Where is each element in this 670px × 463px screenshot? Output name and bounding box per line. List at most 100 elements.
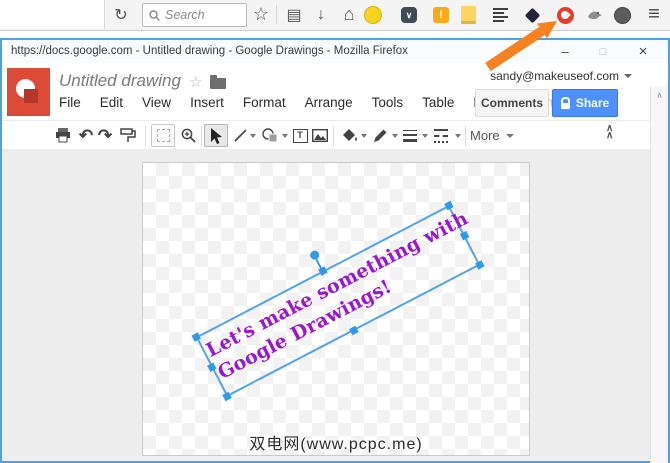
drawings-logo[interactable] <box>7 68 50 116</box>
toolbar-separator <box>465 126 466 146</box>
line-weight-dropdown[interactable] <box>422 134 428 138</box>
host-browser-toolbar: ↻ Search ☆ ▤ ↓ ⌂ ∨ ! <box>0 0 670 31</box>
line-tool-button[interactable] <box>228 124 252 147</box>
menu-insert[interactable]: Insert <box>190 95 224 110</box>
addon-hola-button[interactable] <box>555 6 575 24</box>
line-weight-icon <box>403 130 417 142</box>
selected-text-box[interactable]: Let's make something with Google Drawing… <box>195 205 480 397</box>
text-box-content: Let's make something with Google Drawing… <box>202 212 473 386</box>
toolbar-separator <box>145 126 146 146</box>
bookmark-star-button[interactable]: ☆ <box>248 0 274 29</box>
addon-inkscape-button[interactable] <box>522 6 542 24</box>
line-tool-dropdown[interactable] <box>250 134 256 138</box>
addon-notes-button[interactable] <box>458 6 478 24</box>
menu-tools[interactable]: Tools <box>372 95 404 110</box>
redo-button[interactable]: ↷ <box>93 124 117 147</box>
minimize-button[interactable]: – <box>550 40 580 63</box>
pencil-icon <box>373 128 388 143</box>
menu-edit[interactable]: Edit <box>100 95 123 110</box>
comments-button[interactable]: Comments <box>475 89 549 117</box>
maximize-button[interactable]: □ <box>588 40 618 63</box>
fill-color-button[interactable] <box>338 124 362 147</box>
rotation-handle[interactable] <box>308 249 320 261</box>
resize-handle[interactable] <box>349 326 358 335</box>
hola-flame-icon <box>557 7 574 24</box>
document-title[interactable]: Untitled drawing <box>59 71 181 91</box>
url-bar[interactable] <box>0 0 105 29</box>
line-dash-dropdown[interactable] <box>455 134 461 138</box>
addon-pocket-button[interactable]: ∨ <box>399 6 419 24</box>
search-input[interactable]: Search <box>142 3 247 27</box>
select-tool-button[interactable] <box>204 124 228 147</box>
account-email: sandy@makeuseof.com <box>490 69 619 83</box>
undo-icon: ↶ <box>79 127 93 144</box>
lightbulb-icon <box>364 6 382 24</box>
menu-arrange[interactable]: Arrange <box>305 95 353 110</box>
addon-bird-button[interactable] <box>585 6 605 24</box>
inkscape-icon <box>524 7 540 23</box>
print-button[interactable] <box>51 124 75 147</box>
paint-roller-icon <box>120 128 136 143</box>
scroll-up-icon[interactable]: ∧ <box>651 90 668 101</box>
addon-reader-button[interactable] <box>490 6 510 24</box>
resize-handle[interactable] <box>475 260 484 269</box>
addon-alert-button[interactable]: ! <box>431 6 451 24</box>
account-menu[interactable]: sandy@makeuseof.com <box>490 69 632 83</box>
shape-tool-button[interactable] <box>258 124 282 147</box>
addon-adblock-button[interactable] <box>612 6 632 24</box>
reload-button[interactable]: ↻ <box>106 0 136 29</box>
line-dash-button[interactable] <box>429 124 453 147</box>
menu-format[interactable]: Format <box>243 95 286 110</box>
reload-icon: ↻ <box>114 5 127 25</box>
logo-square <box>24 89 38 103</box>
fill-color-dropdown[interactable] <box>361 134 367 138</box>
text-box-icon: T <box>293 129 308 143</box>
select-arrow-icon <box>210 128 223 144</box>
zoom-button[interactable] <box>176 124 200 147</box>
star-document-icon[interactable]: ☆ <box>189 73 202 91</box>
home-button[interactable]: ⌂ <box>336 0 362 29</box>
alert-icon: ! <box>433 7 449 23</box>
zoom-in-icon <box>181 128 196 143</box>
resize-handle[interactable] <box>444 201 453 210</box>
home-icon: ⌂ <box>344 4 355 25</box>
firefox-window: https://docs.google.com - Untitled drawi… <box>0 38 670 463</box>
more-button[interactable]: More <box>470 124 514 147</box>
line-color-button[interactable] <box>368 124 392 147</box>
redo-icon: ↷ <box>98 127 112 144</box>
line-weight-button[interactable] <box>398 124 422 147</box>
insert-image-button[interactable] <box>308 124 332 147</box>
sticky-note-icon <box>461 6 476 24</box>
hamburger-menu-button[interactable]: ≡ <box>640 0 668 29</box>
text-line-2: Google Drawings! <box>214 234 474 385</box>
menu-file[interactable]: File <box>59 95 81 110</box>
share-label: Share <box>576 96 609 110</box>
move-to-folder-icon[interactable] <box>210 78 226 89</box>
screenshot-root: ↻ Search ☆ ▤ ↓ ⌂ ∨ ! <box>0 0 670 463</box>
drawing-toolbar: ↶ ↷ <box>2 120 668 151</box>
drawing-canvas[interactable]: Let's make something with Google Drawing… <box>142 162 530 456</box>
menu-table[interactable]: Table <box>422 95 454 110</box>
paint-format-button[interactable] <box>116 124 140 147</box>
chevron-down-icon <box>624 74 632 78</box>
close-button[interactable]: × <box>628 40 658 63</box>
resize-handle[interactable] <box>222 392 231 401</box>
share-button[interactable]: Share <box>552 89 618 117</box>
downloads-button[interactable]: ↓ <box>307 0 335 29</box>
page-scrollbar[interactable]: ∧ ∨ <box>650 86 668 463</box>
print-icon <box>55 128 71 143</box>
menu-view[interactable]: View <box>142 95 171 110</box>
toolbar-separator <box>201 126 202 146</box>
reader-list-icon <box>493 8 508 22</box>
collapse-toolbar-button[interactable]: ∧ ∧ <box>606 125 613 139</box>
addon-lightbulb-button[interactable] <box>363 6 383 24</box>
more-label: More <box>470 128 500 143</box>
window-titlebar: https://docs.google.com - Untitled drawi… <box>2 40 668 63</box>
resize-handle[interactable] <box>191 332 200 341</box>
fit-zoom-button[interactable] <box>151 124 175 147</box>
chevron-down-icon <box>506 134 514 138</box>
toolbar-separator <box>333 126 334 146</box>
fit-screen-icon <box>157 129 170 142</box>
text-line-1: Let's make something with <box>202 212 462 363</box>
bookmarks-menu-button[interactable]: ▤ <box>281 0 307 29</box>
